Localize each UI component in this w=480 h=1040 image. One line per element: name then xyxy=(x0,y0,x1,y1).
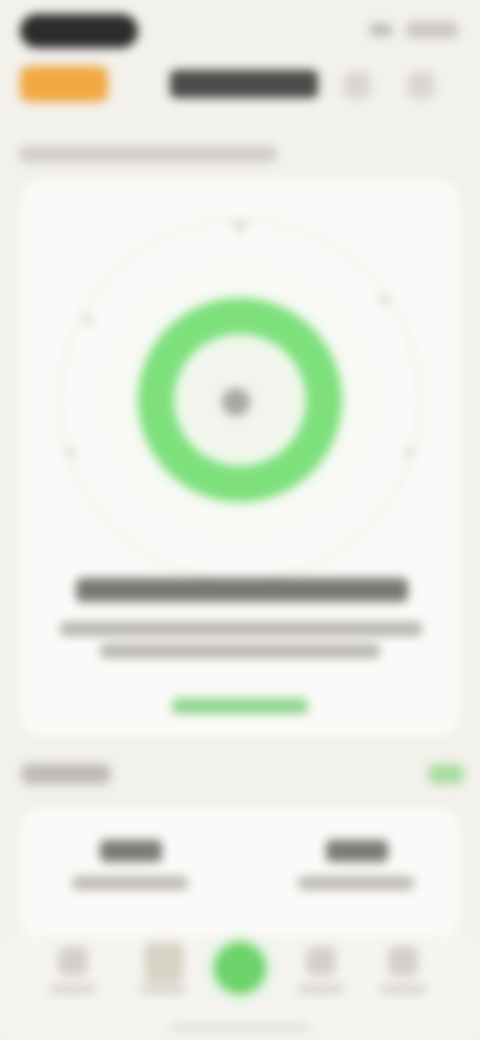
nav-label xyxy=(380,984,426,994)
stats-title xyxy=(22,764,110,784)
stats-card xyxy=(20,808,460,938)
nav-label xyxy=(140,984,186,994)
chart-icon[interactable] xyxy=(144,942,184,982)
app-screen xyxy=(0,0,480,1040)
plus-icon[interactable] xyxy=(214,942,266,994)
nav-label xyxy=(298,984,344,994)
home-indicator xyxy=(170,1025,310,1030)
stat-value xyxy=(100,840,162,862)
calendar-icon[interactable] xyxy=(306,946,336,976)
recommendation-line xyxy=(60,622,422,636)
stat-label xyxy=(72,876,188,890)
stat-label xyxy=(298,876,414,890)
nav-label xyxy=(50,984,96,994)
ring-marker-top xyxy=(234,220,246,232)
ring-marker-left xyxy=(83,315,93,325)
profile-icon[interactable] xyxy=(388,946,418,976)
ring-marker-lower-left xyxy=(65,447,75,457)
center-icon xyxy=(222,388,250,416)
recommendation-title xyxy=(76,578,408,602)
home-icon[interactable] xyxy=(58,946,88,976)
action-link[interactable] xyxy=(172,698,308,714)
stats-more-link[interactable] xyxy=(428,764,464,784)
stat-value xyxy=(326,840,388,862)
ring-marker-right xyxy=(379,295,389,305)
recommendation-line xyxy=(100,644,380,658)
ring-marker-lower-right xyxy=(405,447,415,457)
